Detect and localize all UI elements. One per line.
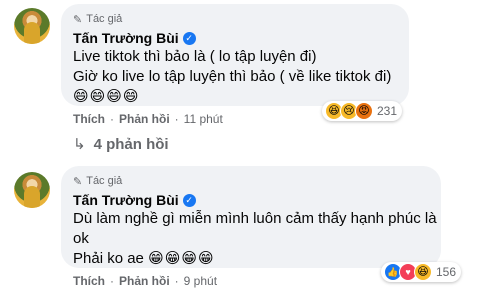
separator-dot: · [110, 274, 114, 288]
reply-button[interactable]: Phản hồi [119, 112, 170, 126]
avatar[interactable] [14, 172, 50, 208]
reaction-count: 156 [436, 265, 457, 279]
emoji-group: 😁😁😁😁 [148, 250, 215, 267]
reply-button[interactable]: Phản hồi [119, 274, 170, 288]
reaction-summary[interactable]: 😆 😢 😡 231 [322, 101, 403, 121]
author-badge-label: Tác giả [86, 175, 123, 187]
pencil-icon: ✎ [73, 175, 83, 188]
verified-icon: ✓ [182, 31, 196, 45]
view-replies-button[interactable]: ↳ 4 phản hồi [73, 135, 169, 154]
comment-text-line: Phải ko ae 😁😁😁😁 [73, 249, 429, 269]
reaction-count: 231 [377, 104, 398, 118]
comment-bubble: ✎ Tác giả Tấn Trường Bùi ✓ Live tiktok t… [61, 4, 409, 106]
angry-icon: 😡 [355, 102, 373, 120]
separator-dot: · [110, 112, 114, 126]
comment-actions: Thích · Phản hồi · 9 phút [73, 274, 217, 288]
comment-time[interactable]: 11 phút [184, 112, 223, 126]
view-replies-label: 4 phản hồi [93, 135, 169, 153]
separator-dot: · [174, 274, 179, 288]
comment-bubble: ✎ Tác giả Tấn Trường Bùi ✓ Dù làm nghề g… [61, 166, 441, 268]
comment-actions: Thích · Phản hồi · 11 phút [73, 112, 223, 126]
comment-text-line: Live tiktok thì bảo là ( lo tập luyện đi… [73, 48, 317, 65]
author-name[interactable]: Tấn Trường Bùi [73, 30, 179, 46]
haha-icon: 😆 [414, 263, 432, 281]
comment-text-line: ok [73, 230, 89, 247]
verified-icon: ✓ [182, 193, 196, 207]
like-button[interactable]: Thích [73, 274, 105, 288]
reaction-summary[interactable]: 👍 ♥ 😆 156 [381, 262, 462, 282]
like-button[interactable]: Thích [73, 112, 105, 126]
separator-dot: · [174, 112, 179, 126]
comment-text-line: Giờ ko live lo tập luyện thì bảo ( về li… [73, 68, 392, 85]
author-badge: ✎ Tác giả [73, 12, 397, 26]
comment-text-segment: Phải ko ae [73, 250, 144, 267]
reply-arrow-icon: ↳ [73, 136, 86, 153]
pencil-icon: ✎ [73, 13, 83, 26]
author-name[interactable]: Tấn Trường Bùi [73, 192, 179, 208]
author-badge: ✎ Tác giả [73, 174, 429, 188]
author-badge-label: Tác giả [86, 13, 123, 25]
comment-text-line: Dù làm nghề gì miễn mình luôn cảm thấy h… [73, 210, 437, 227]
comment-time[interactable]: 9 phút [184, 274, 217, 288]
avatar[interactable] [14, 8, 50, 44]
